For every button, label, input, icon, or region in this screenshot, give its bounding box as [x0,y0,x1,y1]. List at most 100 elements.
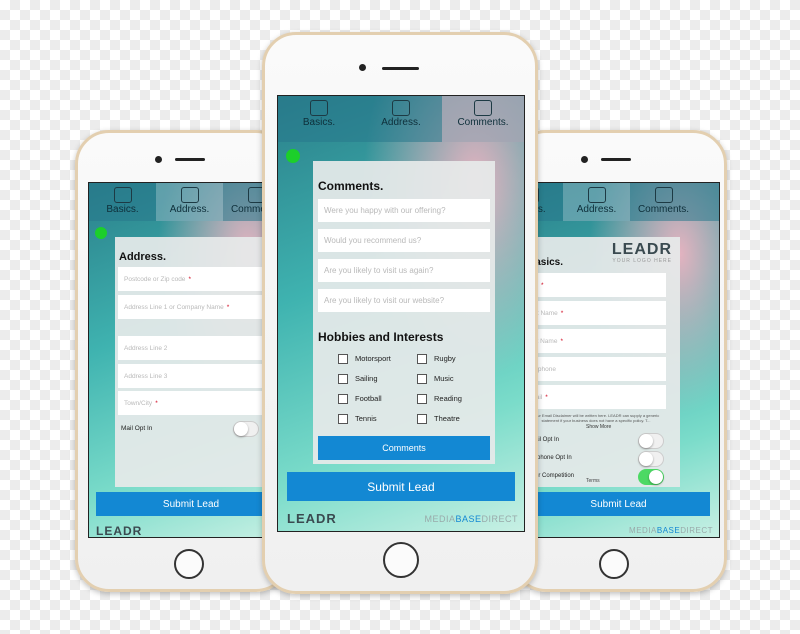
tab-bar: Basics. Address. Comments. [278,96,524,142]
show-more-link[interactable]: Show More [586,424,611,430]
tab-bar: Basics.Address.Comments. [520,183,719,221]
toggle-switch[interactable] [638,433,664,449]
logo-part: MEDIA [629,526,657,535]
home-button[interactable] [599,549,629,579]
comments-card: Comments. Were you happy with our offeri… [313,161,495,464]
input-field[interactable]: Address Line 1 or Company Name * [118,295,268,319]
card-title: Comments. [318,179,384,193]
leadr-logo: LEADR [287,511,337,526]
person-icon [113,187,132,203]
logo-part: BASE [455,514,482,524]
toggle-switch[interactable] [638,469,664,485]
field-placeholder: Town/City [124,399,153,407]
logo-part: BASE [656,526,681,535]
tab-label: Basics. [106,204,139,215]
field-placeholder: Postcode or Zip code [124,275,186,283]
logo-part: DIRECT [680,526,713,535]
input-field[interactable]: Telephone [520,357,666,381]
mediabasedirect-logo: MEDIABASEDIRECT [424,514,518,524]
tab-label: Comments. [457,117,509,128]
input-field[interactable]: Were you happy with our offering? [318,199,490,222]
input-field[interactable]: First Name * [520,301,666,325]
submit-lead-button[interactable]: Submit Lead [96,492,286,516]
hobby-checkbox[interactable] [417,354,427,364]
input-field[interactable]: Are you likely to visit us again? [318,259,490,282]
input-field[interactable]: Would you recommend us? [318,229,490,252]
field-placeholder: Address Line 3 [124,372,168,380]
speaker [382,67,419,70]
hobby-checkbox[interactable] [338,354,348,364]
hobby-label: Reading [434,394,462,403]
tab-basics[interactable]: Basics. [278,96,360,142]
status-indicator [286,149,300,163]
window-icon [474,100,492,116]
house-icon [392,100,410,116]
tab-comments[interactable]: Comments. [442,96,524,142]
hobby-checkbox[interactable] [338,374,348,384]
basics-card: LEADR YOUR LOGO HERE Basics. Title*First… [520,237,680,487]
screen-center: Basics. Address. Comments. Comments. Were … [277,95,525,532]
input-field[interactable]: Postcode or Zip code * [118,267,268,291]
tab-bar: Basics.Address.Comments. [89,183,287,221]
toggle-switch[interactable] [638,451,664,467]
house-icon [180,187,199,203]
hobby-label: Music [434,374,454,383]
required-asterisk: * [560,337,563,345]
required-asterisk: * [560,309,564,317]
input-field[interactable]: Last Name * [520,329,666,353]
phone-right: Basics.Address.Comments. LEADR YOUR LOGO… [512,130,727,592]
input-field[interactable]: Title* [520,273,666,297]
screen-left: Basics. Address. Comments. Address. Postco… [88,182,288,538]
tab-basics[interactable]: Basics. [89,183,156,221]
required-asterisk: * [155,399,158,407]
field-placeholder: Are you likely to visit our website? [324,296,445,305]
required-asterisk: * [226,303,230,311]
home-button[interactable] [383,542,419,578]
person-icon [310,100,328,116]
speaker [175,158,205,161]
hobby-checkbox[interactable] [417,394,427,404]
logo-part: MEDIA [424,514,456,524]
logo-subtitle: YOUR LOGO HERE [612,258,672,264]
field-placeholder: Are you likely to visit us again? [324,266,434,275]
house-icon [587,187,606,203]
home-button[interactable] [174,549,204,579]
leadr-logo: LEADR [611,241,672,258]
mail-opt-in-label: Mail Opt In [121,425,153,432]
hobby-label: Tennis [355,414,377,423]
leadr-logo: LEADR [96,524,143,538]
screen-right: Basics.Address.Comments. LEADR YOUR LOGO… [519,182,720,538]
input-field[interactable]: Town/City * [118,391,268,415]
status-indicator [95,227,107,239]
tab-comments[interactable]: Comments. [630,183,697,221]
input-field[interactable]: Are you likely to visit our website? [318,289,490,312]
hobby-checkbox[interactable] [417,374,427,384]
submit-lead-button[interactable]: Submit Lead [527,492,710,516]
terms-link[interactable]: Terms [586,478,600,484]
tab-label: Comments. [637,204,690,215]
logo-part: DIRECT [481,514,518,524]
hobby-label: Theatre [434,414,460,423]
tab-address[interactable]: Address. [156,183,223,221]
hobby-label: Football [355,394,382,403]
phone-center: Basics. Address. Comments. Comments. Were … [262,32,538,594]
field-placeholder: Were you happy with our offering? [324,206,446,215]
tab-label: Address. [576,204,617,215]
comments-button[interactable]: Comments [318,436,490,460]
tab-label: Address. [381,117,421,128]
input-field[interactable]: Address Line 2 [118,336,268,360]
input-field[interactable]: Email* [520,385,666,409]
hobby-checkbox[interactable] [417,414,427,424]
required-asterisk: * [188,275,191,283]
field-placeholder: Address Line 2 [124,344,168,352]
input-field[interactable]: Address Line 3 [118,364,268,388]
tab-address[interactable]: Address. [360,96,442,142]
hobby-checkbox[interactable] [338,414,348,424]
hobby-checkbox[interactable] [338,394,348,404]
hobby-label: Sailing [355,374,378,383]
card-title: Address. [119,251,167,263]
submit-lead-button[interactable]: Submit Lead [287,472,515,501]
mail-opt-in-toggle[interactable] [233,421,259,437]
tab-address[interactable]: Address. [563,183,630,221]
camera [581,156,588,163]
